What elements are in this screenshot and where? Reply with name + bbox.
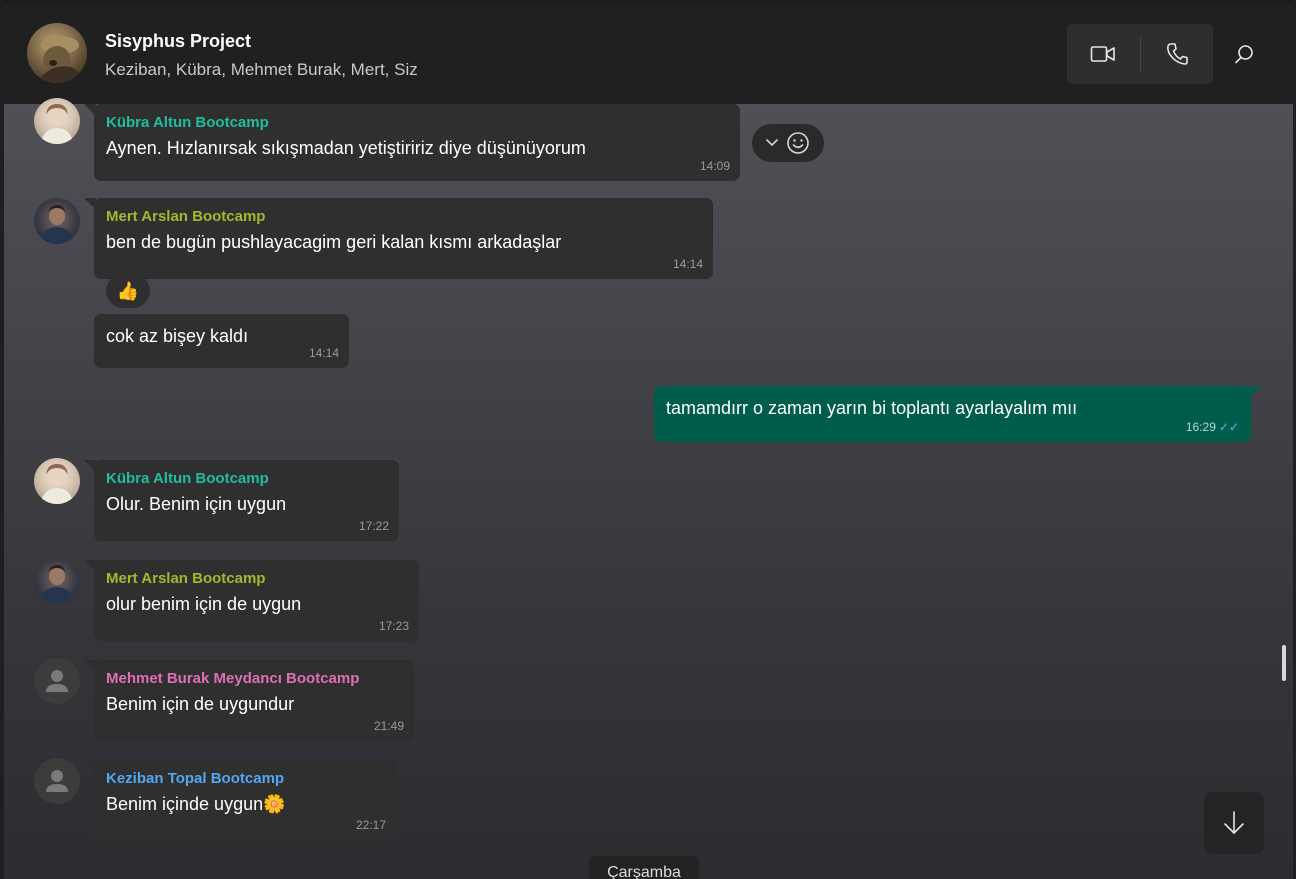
message-time: 16:29 ✓✓ (1186, 420, 1239, 434)
search-button[interactable] (1228, 38, 1260, 70)
message-text: tamamdırr o zaman yarın bi toplantı ayar… (666, 398, 1078, 418)
video-call-button[interactable] (1085, 38, 1121, 70)
default-user-icon (46, 770, 68, 792)
message-sender: Keziban Topal Bootcamp (106, 770, 285, 787)
whatsapp-chat-window: Sisyphus Project Keziban, Kübra, Mehmet … (0, 0, 1296, 879)
message-time: 17:22 (358, 519, 389, 533)
message-time-text: 16:29 (1185, 420, 1216, 434)
message-bubble[interactable]: Mert Arslan Bootcamp olur benim için de … (84, 560, 419, 641)
avatar[interactable] (34, 458, 80, 504)
bubble-tail (84, 198, 96, 210)
message-bubble[interactable]: Keziban Topal Bootcamp Benim içinde uygu… (84, 760, 396, 840)
call-buttons-group (1067, 24, 1213, 84)
avatar[interactable] (34, 198, 80, 244)
message-sender: Mert Arslan Bootcamp (106, 570, 266, 587)
search-icon (1235, 45, 1253, 64)
message-actions-pill[interactable] (752, 124, 824, 162)
chat-members[interactable]: Keziban, Kübra, Mehmet Burak, Mert, Siz (105, 60, 418, 80)
chat-title[interactable]: Sisyphus Project (105, 31, 251, 52)
emoji-reaction-icon[interactable] (786, 131, 810, 155)
message-bubble[interactable]: cok az bişey kaldı 14:14 (94, 314, 349, 368)
message-bubble[interactable]: Kübra Altun Bootcamp Aynen. Hızlanırsak … (84, 104, 740, 181)
message-bubble[interactable]: Mehmet Burak Meydancı Bootcamp Benim içi… (84, 660, 414, 741)
voice-call-button[interactable] (1159, 38, 1195, 70)
message-time: 21:49 (373, 719, 404, 733)
arrow-down-icon (1224, 811, 1244, 834)
read-receipt-icon: ✓✓ (1218, 420, 1239, 434)
message-sender: Mehmet Burak Meydancı Bootcamp (106, 670, 360, 687)
chat-header[interactable]: Sisyphus Project Keziban, Kübra, Mehmet … (4, 4, 1293, 104)
message-sender: Mert Arslan Bootcamp (106, 208, 266, 225)
video-camera-icon (1090, 46, 1115, 62)
avatar[interactable] (34, 758, 80, 804)
thumbs-up-reaction[interactable]: 👍 (106, 274, 150, 308)
message-text: olur benim için de uygun (106, 594, 302, 614)
message-bubble[interactable]: Mert Arslan Bootcamp ben de bugün pushla… (84, 198, 713, 279)
bubble-tail (84, 104, 96, 116)
message-time: 17:23 (378, 619, 409, 633)
message-text: Benim içinde uygun🌼 (106, 794, 286, 814)
outgoing-message-bubble[interactable]: tamamdırr o zaman yarın bi toplantı ayar… (654, 386, 1261, 442)
chevron-down-icon[interactable] (766, 139, 778, 147)
message-time: 14:14 (308, 346, 339, 360)
bubble-tail (84, 460, 96, 472)
message-text: cok az bişey kaldı (106, 326, 249, 346)
message-time: 14:09 (699, 159, 730, 173)
date-separator-chip: Çarşamba (589, 856, 699, 879)
message-text: Benim için de uygundur (106, 694, 295, 714)
scroll-to-bottom-button[interactable] (1204, 792, 1264, 854)
avatar[interactable] (34, 558, 80, 604)
phone-icon (1167, 43, 1188, 65)
call-separator (1140, 36, 1141, 72)
message-time: 22:17 (355, 818, 386, 832)
bubble-tail (84, 560, 96, 572)
default-user-icon (46, 670, 68, 692)
message-text: Olur. Benim için uygun (106, 494, 287, 514)
message-sender: Kübra Altun Bootcamp (106, 470, 269, 487)
message-sender: Kübra Altun Bootcamp (106, 114, 269, 131)
message-list[interactable]: Kübra Altun Bootcamp Aynen. Hızlanırsak … (0, 98, 1296, 879)
message-time: 14:14 (672, 257, 703, 271)
group-avatar[interactable] (27, 23, 87, 83)
scrollbar-thumb[interactable] (1282, 645, 1286, 681)
message-text: Aynen. Hızlanırsak sıkışmadan yetiştirir… (106, 138, 586, 158)
bubble-tail (84, 760, 96, 772)
avatar[interactable] (34, 98, 80, 144)
message-bubble[interactable]: Kübra Altun Bootcamp Olur. Benim için uy… (84, 460, 399, 541)
bubble-tail (84, 660, 96, 672)
bubble-tail (1249, 386, 1261, 398)
avatar[interactable] (34, 658, 80, 704)
message-text: ben de bugün pushlayacagim geri kalan kı… (106, 232, 562, 252)
